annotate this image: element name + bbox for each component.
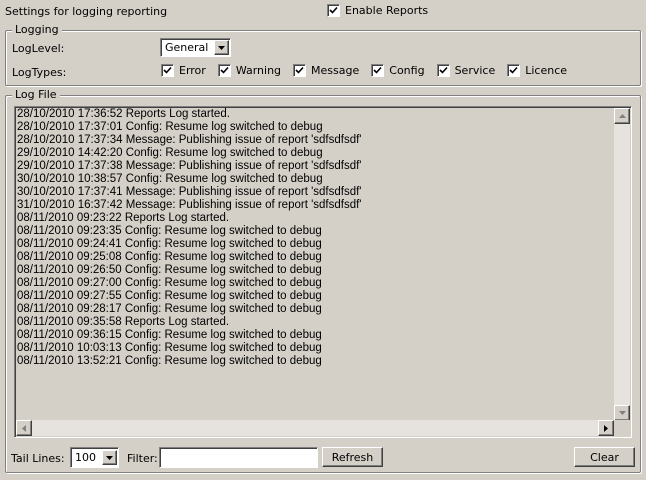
log-type-service[interactable]: Service bbox=[436, 64, 496, 77]
log-type-error[interactable]: Error bbox=[161, 64, 206, 77]
scrollbar-corner bbox=[614, 420, 630, 436]
checkbox-check-icon[interactable] bbox=[507, 64, 521, 77]
clear-button-label: Clear bbox=[590, 450, 619, 464]
tail-lines-select[interactable]: 100 bbox=[70, 447, 119, 468]
log-line: 30/10/2010 10:38:57 Config: Resume log s… bbox=[17, 173, 323, 185]
log-line: 28/10/2010 17:36:52 Reports Log started. bbox=[17, 108, 230, 120]
log-types-label: LogTypes: bbox=[12, 66, 67, 79]
scroll-left-icon[interactable] bbox=[16, 420, 32, 436]
log-type-licence[interactable]: Licence bbox=[507, 64, 567, 77]
log-line: 28/10/2010 17:37:01 Config: Resume log s… bbox=[17, 121, 323, 133]
log-line: 28/10/2010 17:37:34 Message: Publishing … bbox=[17, 134, 362, 146]
filter-input[interactable] bbox=[159, 447, 318, 468]
scroll-up-icon[interactable] bbox=[614, 108, 630, 124]
enable-reports-checkbox[interactable]: Enable Reports bbox=[327, 4, 428, 17]
tail-lines-label: Tail Lines: bbox=[11, 452, 65, 465]
log-line: 30/10/2010 17:37:41 Message: Publishing … bbox=[17, 186, 362, 198]
log-type-label: Warning bbox=[235, 64, 282, 77]
log-line: 08/11/2010 09:25:08 Config: Resume log s… bbox=[17, 251, 322, 263]
log-line: 08/11/2010 10:03:13 Config: Resume log s… bbox=[17, 342, 322, 354]
chevron-down-icon[interactable] bbox=[102, 450, 117, 465]
log-line: 08/11/2010 09:26:50 Config: Resume log s… bbox=[17, 264, 322, 276]
checkbox-check-icon[interactable] bbox=[293, 64, 307, 77]
log-line: 08/11/2010 09:28:17 Config: Resume log s… bbox=[17, 303, 322, 315]
log-line: 08/11/2010 09:23:35 Config: Resume log s… bbox=[17, 225, 322, 237]
log-text-area[interactable]: 28/10/2010 17:36:52 Reports Log started.… bbox=[14, 106, 632, 438]
log-type-message[interactable]: Message bbox=[293, 64, 359, 77]
log-level-label: LogLevel: bbox=[12, 42, 65, 55]
scroll-down-icon[interactable] bbox=[614, 405, 630, 421]
checkbox-check-icon[interactable] bbox=[327, 4, 340, 17]
log-level-select[interactable]: General bbox=[160, 38, 231, 57]
log-line: 08/11/2010 09:23:22 Reports Log started. bbox=[17, 212, 230, 224]
checkbox-check-icon[interactable] bbox=[161, 64, 174, 77]
log-line: 08/11/2010 09:36:15 Config: Resume log s… bbox=[17, 329, 322, 341]
chevron-down-icon[interactable] bbox=[214, 40, 229, 55]
page-title: Settings for logging reporting bbox=[5, 5, 168, 18]
log-type-warning[interactable]: Warning bbox=[217, 64, 282, 77]
log-line: 29/10/2010 17:37:38 Message: Publishing … bbox=[17, 160, 362, 172]
log-line: 08/11/2010 13:52:21 Config: Resume log s… bbox=[17, 355, 322, 367]
logging-group: Logging LogLevel: General LogTypes: Erro… bbox=[5, 23, 641, 86]
logging-group-title: Logging bbox=[12, 23, 62, 36]
refresh-button-label: Refresh bbox=[331, 450, 374, 464]
checkbox-check-icon[interactable] bbox=[371, 64, 385, 77]
log-lines: 28/10/2010 17:36:52 Reports Log started.… bbox=[17, 108, 613, 423]
log-line: 29/10/2010 14:42:20 Config: Resume log s… bbox=[17, 147, 323, 159]
log-file-group: Log File 28/10/2010 17:36:52 Reports Log… bbox=[5, 88, 641, 473]
checkbox-check-icon[interactable] bbox=[436, 64, 450, 77]
checkbox-check-icon[interactable] bbox=[217, 64, 231, 77]
tail-lines-value: 100 bbox=[75, 451, 96, 464]
horizontal-scrollbar[interactable] bbox=[16, 420, 614, 436]
scroll-right-icon[interactable] bbox=[598, 420, 614, 436]
filter-label: Filter: bbox=[127, 452, 158, 465]
log-line: 08/11/2010 09:27:55 Config: Resume log s… bbox=[17, 290, 322, 302]
log-line: 08/11/2010 09:27:00 Config: Resume log s… bbox=[17, 277, 322, 289]
log-line: 08/11/2010 09:35:58 Reports Log started. bbox=[17, 316, 230, 328]
vertical-scrollbar[interactable] bbox=[614, 108, 630, 421]
clear-button[interactable]: Clear bbox=[574, 447, 635, 467]
log-type-label: Error bbox=[179, 64, 206, 77]
log-type-label: Message bbox=[311, 64, 360, 77]
log-line: 08/11/2010 09:24:41 Config: Resume log s… bbox=[17, 238, 322, 250]
refresh-button[interactable]: Refresh bbox=[322, 447, 383, 467]
log-type-label: Service bbox=[454, 64, 496, 77]
log-level-value: General bbox=[165, 41, 209, 54]
log-type-config[interactable]: Config bbox=[371, 64, 425, 77]
log-file-group-title: Log File bbox=[12, 88, 60, 101]
log-types-list: Error Warning Message Config Service Lic… bbox=[161, 64, 579, 77]
enable-reports-label: Enable Reports bbox=[345, 4, 429, 17]
log-type-label: Config bbox=[389, 64, 425, 77]
log-type-label: Licence bbox=[525, 64, 568, 77]
log-line: 31/10/2010 16:37:42 Message: Publishing … bbox=[17, 199, 362, 211]
